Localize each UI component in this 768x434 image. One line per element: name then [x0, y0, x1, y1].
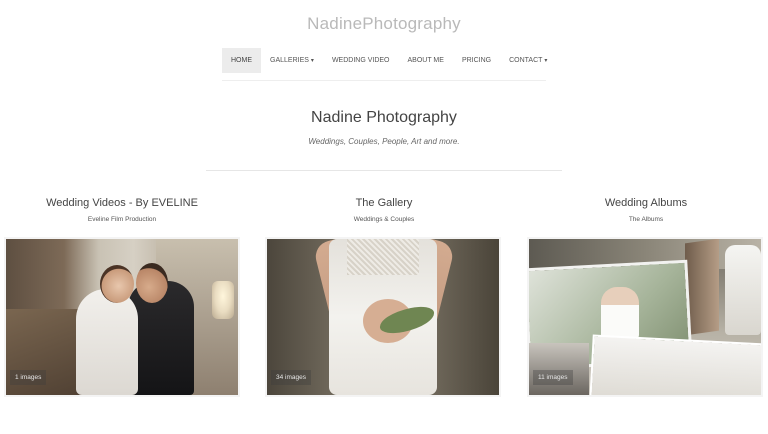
photo-car: [529, 343, 589, 395]
nav-item-contact[interactable]: CONTACT ▾: [500, 48, 556, 73]
page-subtitle: Weddings, Couples, People, Art and more.: [308, 137, 460, 146]
gallery-title[interactable]: The Gallery: [266, 197, 502, 213]
page-title: Nadine Photography: [311, 109, 457, 126]
image-count-badge: 1 images: [10, 370, 47, 385]
photo-lace: [347, 239, 419, 275]
gallery-thumbnail[interactable]: 11 images: [529, 239, 761, 395]
nav-item-home[interactable]: HOME: [222, 48, 261, 73]
nav-divider: [222, 80, 546, 81]
photo-jar: [725, 245, 761, 335]
gallery-subtitle: Eveline Film Production: [87, 216, 157, 223]
nav-item-pricing[interactable]: PRICING: [453, 48, 500, 73]
nav-item-label: WEDDING VIDEO: [331, 57, 390, 64]
photo-bride-head: [100, 265, 134, 303]
photo-bride: [601, 287, 639, 339]
hero-divider: [206, 170, 562, 171]
chevron-down-icon: ▾: [310, 58, 314, 64]
gallery-subtitle: Weddings & Couples: [353, 216, 415, 223]
gallery-subtitle: The Albums: [628, 216, 664, 223]
gallery-title[interactable]: Wedding Albums: [528, 197, 764, 213]
gallery-card-the-gallery: The Gallery Weddings & Couples 34 images: [266, 197, 502, 395]
nav-item-label: CONTACT: [509, 57, 543, 64]
photo-groom-head: [136, 263, 168, 303]
nav-item-label: PRICING: [461, 57, 492, 64]
photo-lamp: [212, 281, 234, 319]
image-count-badge: 34 images: [271, 370, 311, 385]
nav-item-about-me[interactable]: ABOUT ME: [399, 48, 453, 73]
chevron-down-icon: ▾: [544, 58, 548, 64]
gallery-title[interactable]: Wedding Videos - By EVELINE: [4, 197, 240, 213]
gallery-thumbnail[interactable]: 34 images: [267, 239, 499, 395]
nav-item-galleries[interactable]: GALLERIES ▾: [261, 48, 323, 73]
gallery-card-wedding-videos: Wedding Videos - By EVELINE Eveline Film…: [4, 197, 240, 395]
main-nav: HOME GALLERIES ▾ WEDDING VIDEO ABOUT ME …: [222, 48, 556, 73]
nav-item-wedding-video[interactable]: WEDDING VIDEO: [323, 48, 399, 73]
photo-standing-album: [685, 239, 719, 336]
photo-album-page: [591, 336, 761, 395]
nav-item-label: ABOUT ME: [407, 57, 444, 64]
nav-item-label: GALLERIES: [270, 57, 309, 64]
gallery-card-wedding-albums: Wedding Albums The Albums 11 images: [528, 197, 764, 395]
gallery-thumbnail[interactable]: 1 images: [6, 239, 238, 395]
site-logo[interactable]: NadinePhotography: [0, 14, 768, 34]
nav-item-label: HOME: [231, 57, 252, 64]
photo-bride-dress: [76, 289, 138, 395]
image-count-badge: 11 images: [533, 370, 573, 385]
